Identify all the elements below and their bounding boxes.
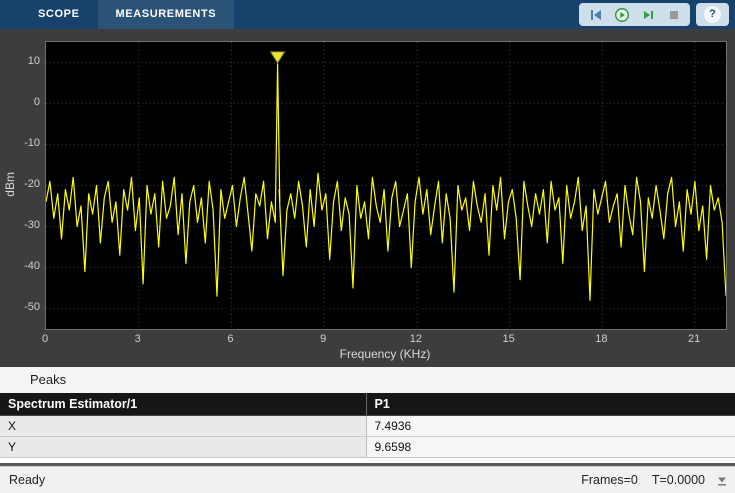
peaks-panel: Peaks Spectrum Estimator/1 P1 X 7.4936 Y…	[0, 367, 735, 463]
step-back-icon	[590, 9, 601, 20]
y-tick-label: 0	[33, 95, 40, 108]
peaks-section-header[interactable]: Peaks	[0, 367, 735, 393]
y-tick-label: -50	[24, 300, 40, 313]
x-tick-label: 3	[134, 333, 141, 345]
y-tick-label: 10	[27, 54, 40, 67]
help-button-group: ?	[696, 3, 729, 26]
x-tick-label: 15	[502, 333, 515, 345]
y-tick-label: -40	[24, 259, 40, 272]
peaks-table-channel-header: Spectrum Estimator/1	[0, 393, 366, 416]
simulation-time: T=0.0000	[651, 473, 705, 487]
simulation-status: Frames=0 T=0.0000	[581, 473, 705, 487]
spectrum-trace-canvas	[45, 42, 727, 329]
peaks-table-p1-header: P1	[365, 393, 735, 416]
x-tick-label: 0	[41, 333, 49, 345]
dock-button[interactable]	[715, 474, 728, 487]
y-tick-label: -10	[24, 136, 40, 149]
dock-icon	[717, 477, 726, 485]
y-tick-label: -30	[24, 218, 40, 231]
stop-button[interactable]	[665, 6, 682, 23]
x-axis-label: Frequency (KHz)	[339, 347, 431, 361]
help-icon: ?	[704, 6, 721, 23]
spectrum-plot-region: dBm Frequency (KHz) 0 3 6 9 12 15 18 21 10 0 -10 -2…	[0, 29, 735, 367]
simulate-controls: ?	[579, 3, 729, 26]
run-button[interactable]	[613, 6, 630, 23]
run-icon	[614, 7, 629, 22]
peak-x-value: 7.4936	[365, 415, 735, 437]
x-tick-label: 6	[227, 333, 234, 345]
table-row-x: X 7.4936	[0, 415, 735, 437]
help-button[interactable]: ?	[704, 6, 721, 23]
y-tick-label: -20	[24, 177, 40, 190]
x-tick-label: 18	[595, 333, 608, 345]
status-text: Ready	[9, 473, 46, 487]
spectrum-analyzer-window: SCOPE MEASUREMENTS ? dBm Frequency (KHz)…	[0, 0, 735, 493]
toolstrip: SCOPE MEASUREMENTS ?	[0, 0, 735, 29]
step-back-button[interactable]	[587, 6, 604, 23]
table-row-y: Y 9.6598	[0, 436, 735, 458]
peaks-table: Spectrum Estimator/1 P1 X 7.4936 Y 9.659…	[0, 393, 735, 458]
statusbar: Ready Frames=0 T=0.0000	[0, 466, 735, 493]
simulate-button-group	[579, 3, 690, 26]
peak-marker	[269, 51, 286, 64]
x-tick-label: 9	[320, 333, 327, 345]
tab-scope[interactable]: SCOPE	[20, 0, 98, 29]
peak-y-label: Y	[0, 436, 366, 458]
toolstrip-tabs: SCOPE MEASUREMENTS	[0, 0, 235, 29]
x-tick-label: 21	[687, 333, 701, 345]
x-tick-label: 12	[409, 333, 423, 345]
spectrum-plot[interactable]	[45, 41, 727, 330]
peak-x-label: X	[0, 415, 366, 437]
peak-y-value: 9.6598	[365, 436, 735, 458]
step-forward-icon	[643, 10, 653, 19]
frames-count: Frames=0	[581, 473, 638, 487]
tab-measurements[interactable]: MEASUREMENTS	[97, 0, 235, 29]
peaks-table-header-row: Spectrum Estimator/1 P1	[0, 393, 735, 416]
step-forward-button[interactable]	[639, 6, 656, 23]
stop-icon	[669, 10, 678, 19]
